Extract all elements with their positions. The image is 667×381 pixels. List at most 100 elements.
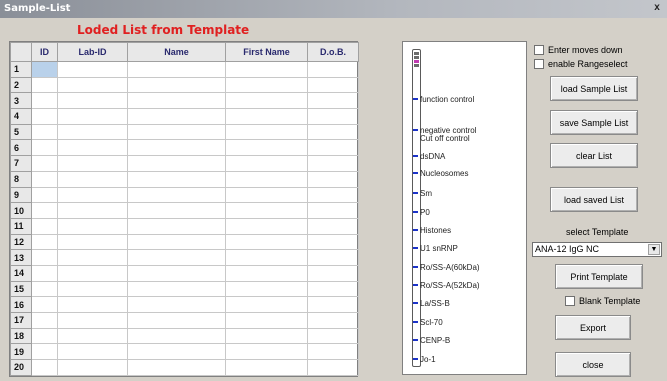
grid-cell[interactable] bbox=[307, 186, 359, 204]
row-number[interactable]: 13 bbox=[10, 249, 32, 266]
grid-cell[interactable] bbox=[307, 108, 359, 125]
column-header-first-name[interactable]: First Name bbox=[225, 42, 308, 62]
row-number[interactable]: 12 bbox=[10, 233, 32, 251]
grid-cell[interactable] bbox=[307, 170, 359, 188]
table-row[interactable]: 4 bbox=[10, 108, 359, 125]
grid-cell[interactable] bbox=[127, 61, 226, 78]
row-number[interactable]: 19 bbox=[10, 343, 32, 361]
table-row[interactable]: 8 bbox=[10, 170, 359, 188]
grid-cell[interactable] bbox=[127, 327, 226, 345]
grid-cell[interactable] bbox=[57, 249, 128, 266]
row-number[interactable]: 10 bbox=[10, 202, 32, 219]
table-row[interactable]: 18 bbox=[10, 327, 359, 345]
grid-cell[interactable] bbox=[57, 76, 128, 94]
grid-cell[interactable] bbox=[57, 296, 128, 313]
grid-cell[interactable] bbox=[307, 233, 359, 251]
grid-cell[interactable] bbox=[31, 296, 58, 313]
grid-cell[interactable] bbox=[57, 217, 128, 235]
grid-cell[interactable] bbox=[225, 312, 308, 329]
grid-cell[interactable] bbox=[31, 186, 58, 204]
grid-cell[interactable] bbox=[127, 76, 226, 94]
chevron-down-icon[interactable]: ▼ bbox=[648, 244, 660, 255]
grid-cell[interactable] bbox=[31, 108, 58, 125]
grid-cell[interactable] bbox=[307, 123, 359, 141]
row-number[interactable]: 8 bbox=[10, 170, 32, 188]
row-number[interactable]: 4 bbox=[10, 108, 32, 125]
grid-cell[interactable] bbox=[225, 76, 308, 94]
grid-cell[interactable] bbox=[31, 327, 58, 345]
grid-cell[interactable] bbox=[31, 155, 58, 172]
grid-cell[interactable] bbox=[307, 296, 359, 313]
grid-cell[interactable] bbox=[307, 92, 359, 110]
row-number[interactable]: 7 bbox=[10, 155, 32, 172]
grid-cell[interactable] bbox=[127, 296, 226, 313]
load-sample-list-button[interactable]: load Sample List bbox=[550, 76, 638, 101]
grid-cell[interactable] bbox=[57, 233, 128, 251]
grid-cell[interactable] bbox=[225, 170, 308, 188]
close-button[interactable]: close bbox=[555, 352, 631, 377]
table-row[interactable]: 15 bbox=[10, 280, 359, 298]
grid-cell[interactable] bbox=[127, 264, 226, 282]
grid-cell[interactable] bbox=[127, 280, 226, 298]
grid-cell[interactable] bbox=[127, 155, 226, 172]
grid-cell[interactable] bbox=[57, 327, 128, 345]
checkbox-box[interactable] bbox=[534, 59, 544, 69]
table-row[interactable]: 2 bbox=[10, 76, 359, 94]
sample-grid[interactable]: ID Lab-ID Name First Name D.o.B. 1234567… bbox=[9, 41, 359, 377]
table-row[interactable]: 17 bbox=[10, 312, 359, 329]
table-row[interactable]: 3 bbox=[10, 92, 359, 110]
blank-template-checkbox[interactable]: Blank Template bbox=[565, 296, 640, 306]
clear-list-button[interactable]: clear List bbox=[550, 143, 638, 168]
table-row[interactable]: 14 bbox=[10, 264, 359, 282]
grid-cell[interactable] bbox=[225, 202, 308, 219]
grid-cell[interactable] bbox=[307, 202, 359, 219]
table-row[interactable]: 1 bbox=[10, 61, 359, 78]
table-row[interactable]: 5 bbox=[10, 123, 359, 141]
grid-cell[interactable] bbox=[57, 312, 128, 329]
grid-cell[interactable] bbox=[127, 92, 226, 110]
grid-cell[interactable] bbox=[57, 92, 128, 110]
grid-cell[interactable] bbox=[31, 280, 58, 298]
grid-cell[interactable] bbox=[225, 233, 308, 251]
row-number[interactable]: 9 bbox=[10, 186, 32, 204]
grid-cell[interactable] bbox=[307, 327, 359, 345]
grid-cell[interactable] bbox=[57, 170, 128, 188]
grid-cell[interactable] bbox=[57, 202, 128, 219]
grid-cell[interactable] bbox=[57, 139, 128, 157]
row-number[interactable]: 1 bbox=[10, 61, 32, 78]
save-sample-list-button[interactable]: save Sample List bbox=[550, 110, 638, 135]
grid-cell[interactable] bbox=[225, 327, 308, 345]
grid-cell[interactable] bbox=[127, 359, 226, 376]
grid-cell[interactable] bbox=[31, 264, 58, 282]
table-row[interactable]: 19 bbox=[10, 343, 359, 361]
grid-cell[interactable] bbox=[31, 123, 58, 141]
grid-cell[interactable] bbox=[31, 76, 58, 94]
table-row[interactable]: 16 bbox=[10, 296, 359, 313]
grid-cell[interactable] bbox=[31, 61, 58, 78]
grid-cell[interactable] bbox=[57, 123, 128, 141]
grid-cell[interactable] bbox=[127, 249, 226, 266]
grid-cell[interactable] bbox=[307, 359, 359, 376]
grid-cell[interactable] bbox=[225, 217, 308, 235]
grid-cell[interactable] bbox=[225, 61, 308, 78]
checkbox-box[interactable] bbox=[565, 296, 575, 306]
grid-cell[interactable] bbox=[307, 264, 359, 282]
grid-cell[interactable] bbox=[57, 61, 128, 78]
grid-cell[interactable] bbox=[31, 202, 58, 219]
template-select[interactable]: ANA-12 IgG NC ▼ bbox=[532, 242, 662, 257]
grid-cell[interactable] bbox=[127, 139, 226, 157]
grid-cell[interactable] bbox=[31, 170, 58, 188]
row-number[interactable]: 18 bbox=[10, 327, 32, 345]
grid-cell[interactable] bbox=[225, 108, 308, 125]
column-header-id[interactable]: ID bbox=[31, 42, 58, 62]
grid-cell[interactable] bbox=[307, 61, 359, 78]
load-saved-list-button[interactable]: load saved List bbox=[550, 187, 638, 212]
grid-cell[interactable] bbox=[307, 249, 359, 266]
grid-cell[interactable] bbox=[225, 280, 308, 298]
grid-cell[interactable] bbox=[31, 139, 58, 157]
row-number[interactable]: 15 bbox=[10, 280, 32, 298]
grid-cell[interactable] bbox=[225, 123, 308, 141]
grid-cell[interactable] bbox=[225, 92, 308, 110]
grid-cell[interactable] bbox=[307, 139, 359, 157]
grid-cell[interactable] bbox=[127, 186, 226, 204]
